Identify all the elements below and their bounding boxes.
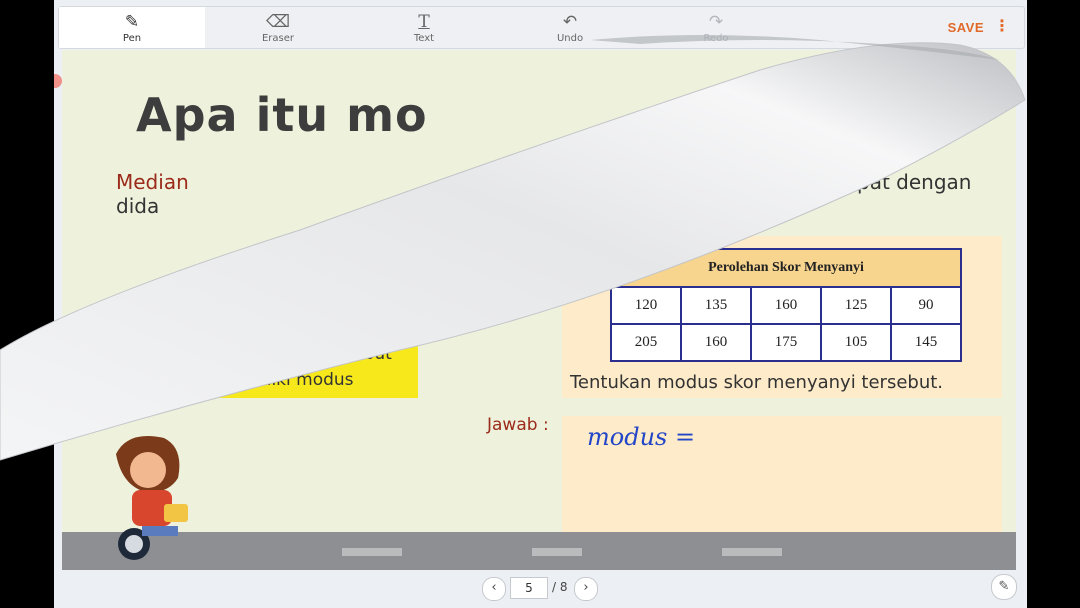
table-cell: 145 [890,323,962,362]
undo-label: Undo [556,33,584,44]
more-vertical-icon[interactable]: ⋮ [994,18,1010,34]
answer-label: Jawab : [487,415,549,435]
chevron-left-icon[interactable]: ‹ [482,577,506,601]
undo-tool[interactable]: ↶ Undo [497,7,643,48]
text-icon: T [418,12,430,32]
table-cell: 135 [680,286,752,325]
pen-tool[interactable]: ✎ Pen [59,7,205,48]
drawing-toolbar: ✎ Pen ⌫ Eraser T Text ↶ Undo ↷ Redo SAVE… [58,6,1025,49]
eraser-label: Eraser [261,33,295,44]
eraser-icon: ⌫ [265,12,291,32]
table-cell: 120 [610,286,682,325]
slide-title: Apa itu mo [136,88,428,142]
redo-tool[interactable]: ↷ Redo [643,7,789,48]
definition-line-1: u tersebut [304,344,392,364]
redo-label: Redo [703,33,729,44]
school-logo [898,52,982,118]
undo-icon: ↶ [562,12,578,32]
median-text: Median [116,170,189,194]
eraser-tool[interactable]: ⌫ Eraser [205,7,351,48]
slide-canvas[interactable]: Apa itu mo Median dida pat dengan u ters… [62,50,1016,570]
road-stripe [532,548,582,556]
pen-label: Pen [122,33,142,44]
text-label: Text [413,33,435,44]
page-marker [54,74,62,88]
definition-box: u tersebut iliki modus [152,332,418,398]
question-text: Tentukan modus skor menyanyi tersebut. [570,372,944,393]
dengan-text: pat dengan [857,170,972,194]
save-button[interactable]: SAVE [948,20,984,35]
text-tool[interactable]: T Text [351,7,497,48]
definition-line-2: iliki modus [262,370,354,390]
table-cell: 160 [750,286,822,325]
pen-icon: ✎ [124,12,140,32]
road-stripe [722,548,782,556]
table-row: 120 135 160 125 90 [610,286,962,325]
table-cell: 175 [750,323,822,362]
edit-page-icon[interactable]: ✎ [991,574,1017,600]
table-cell: 125 [820,286,892,325]
redo-icon: ↷ [708,12,724,32]
chevron-right-icon[interactable]: › [574,577,598,601]
page-number-input[interactable]: 5 [510,577,548,599]
road-stripe [342,548,402,556]
note-app: ✎ Pen ⌫ Eraser T Text ↶ Undo ↷ Redo SAVE… [54,0,1027,608]
table-cell: 90 [890,286,962,325]
page-total: / 8 [552,580,568,594]
table-row: 205 160 175 105 145 [610,323,962,362]
handwritten-answer: modus = [587,423,696,451]
score-table: Perolehan Skor Menyanyi 120 135 160 125 … [610,248,962,362]
student-character [116,436,188,560]
table-cell: 205 [610,323,682,362]
table-cell: 105 [820,323,892,362]
table-cell: 160 [680,323,752,362]
score-table-header: Perolehan Skor Menyanyi [610,248,962,288]
dida-text: dida [116,194,160,218]
